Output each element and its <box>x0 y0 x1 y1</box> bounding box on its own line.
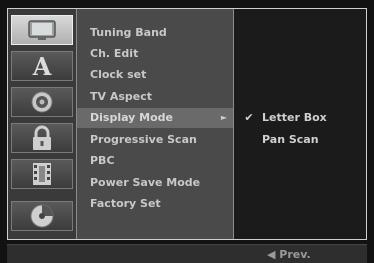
tab-tv[interactable] <box>11 15 73 45</box>
menu-item-label: PBC <box>90 154 115 167</box>
display-mode-options: ✔ Letter Box Pan Scan <box>234 9 366 239</box>
audio-speaker-icon <box>31 91 53 113</box>
svg-text:A: A <box>32 54 52 78</box>
option-letter-box[interactable]: ✔ Letter Box <box>234 108 366 128</box>
menu-item-progressive-scan[interactable]: Progressive Scan <box>77 130 233 150</box>
setup-menu-frame: A Tuning Band Ch. Edit Clock set TV Aspe… <box>7 8 367 240</box>
menu-item-label: TV Aspect <box>90 90 153 103</box>
tab-language[interactable]: A <box>11 51 73 81</box>
film-icon <box>33 163 51 185</box>
option-label: Letter Box <box>262 111 327 124</box>
language-icon: A <box>32 54 52 78</box>
setup-menu-list: Tuning Band Ch. Edit Clock set TV Aspect… <box>77 9 234 239</box>
submenu-arrow-icon: ► <box>220 113 227 122</box>
menu-item-clock-set[interactable]: Clock set <box>77 65 233 85</box>
menu-item-display-mode[interactable]: Display Mode ► <box>77 108 233 128</box>
tab-lock[interactable] <box>11 123 73 153</box>
lock-icon <box>33 125 51 150</box>
menu-item-power-save-mode[interactable]: Power Save Mode <box>77 173 233 193</box>
menu-item-label: Factory Set <box>90 197 161 210</box>
menu-item-ch-edit[interactable]: Ch. Edit <box>77 44 233 64</box>
menu-item-label: Tuning Band <box>90 26 167 39</box>
menu-item-label: Progressive Scan <box>90 133 197 146</box>
checkmark-icon: ✔ <box>244 111 254 124</box>
menu-item-label: Ch. Edit <box>90 47 139 60</box>
tab-disc[interactable] <box>11 201 73 231</box>
footer-bar: ◀ Prev. <box>7 244 367 263</box>
category-icon-column: A <box>8 9 77 239</box>
menu-item-label: Display Mode <box>90 111 174 124</box>
option-label: Pan Scan <box>262 133 319 146</box>
prev-button[interactable]: ◀ Prev. <box>267 248 311 261</box>
option-pan-scan[interactable]: Pan Scan <box>234 130 366 150</box>
tv-icon <box>28 20 56 40</box>
menu-item-tuning-band[interactable]: Tuning Band <box>77 23 233 43</box>
menu-item-pbc[interactable]: PBC <box>77 151 233 171</box>
menu-item-tv-aspect[interactable]: TV Aspect <box>77 87 233 107</box>
dvd-setup-screen: A Tuning Band Ch. Edit Clock set TV Aspe… <box>0 0 374 263</box>
menu-item-label: Power Save Mode <box>90 176 201 189</box>
tab-audio[interactable] <box>11 87 73 117</box>
menu-item-label: Clock set <box>90 68 147 81</box>
menu-item-factory-set[interactable]: Factory Set <box>77 194 233 214</box>
disc-icon <box>30 204 54 228</box>
tab-film[interactable] <box>11 159 73 189</box>
